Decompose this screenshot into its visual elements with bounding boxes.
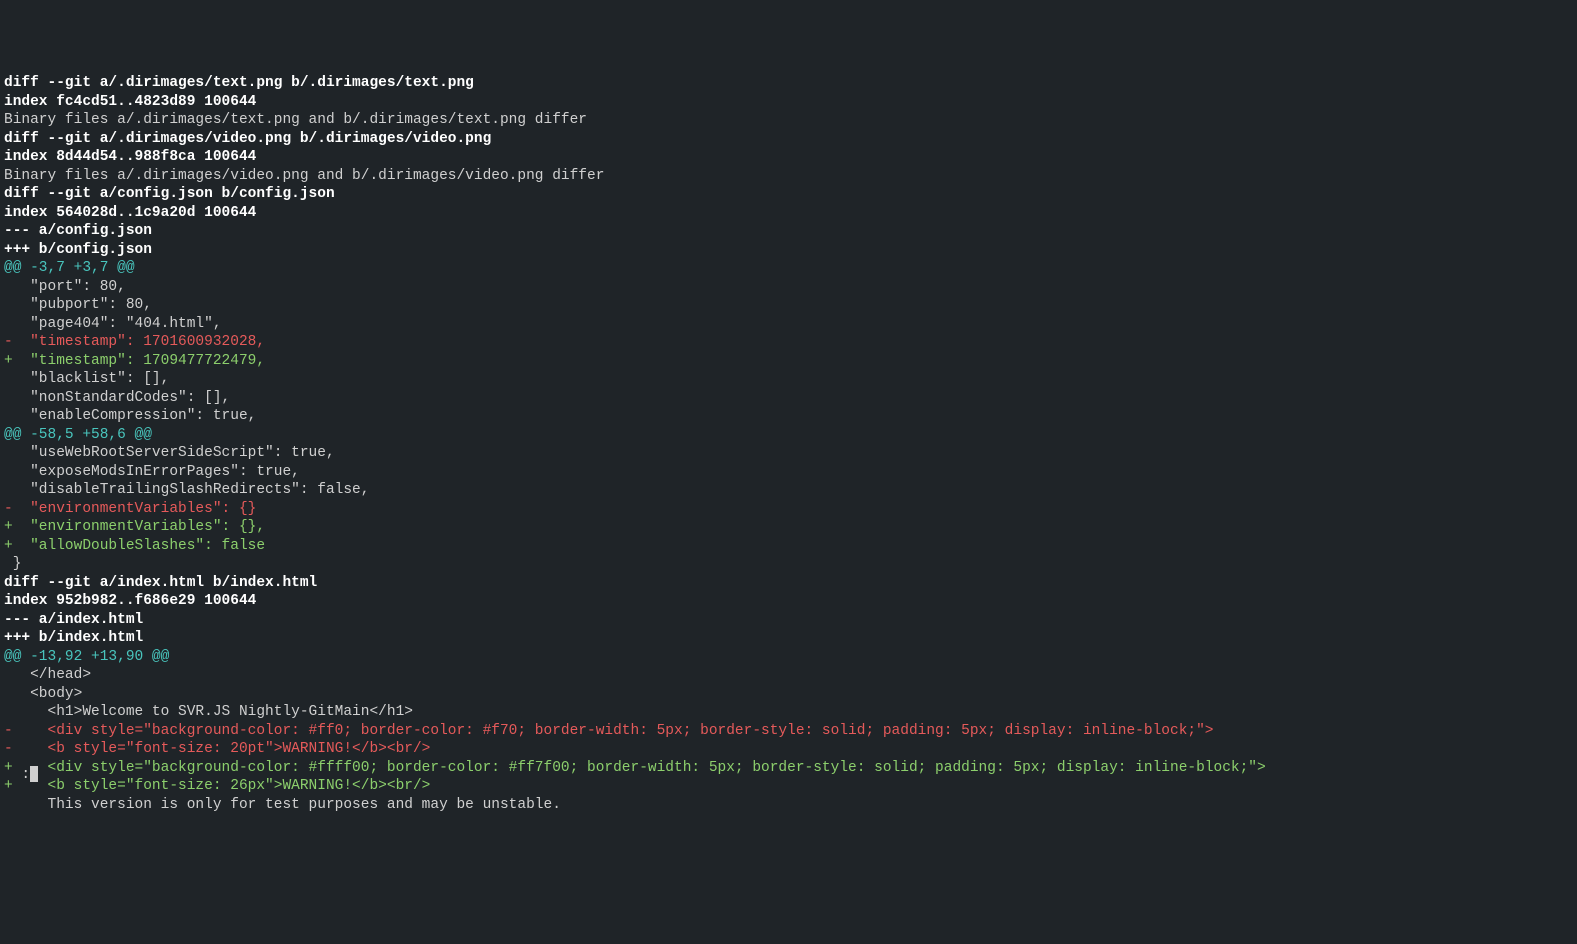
diff-line: Binary files a/.dirimages/text.png and b…	[4, 111, 1573, 130]
diff-line: "nonStandardCodes": [],	[4, 389, 1573, 408]
diff-line: +++ b/config.json	[4, 241, 1573, 260]
diff-line: @@ -58,5 +58,6 @@	[4, 426, 1573, 445]
diff-line: --- a/config.json	[4, 222, 1573, 241]
diff-line: }	[4, 555, 1573, 574]
diff-line: + "timestamp": 1709477722479,	[4, 352, 1573, 371]
diff-line: "page404": "404.html",	[4, 315, 1573, 334]
diff-line: + <b style="font-size: 26px">WARNING!</b…	[4, 777, 1573, 796]
diff-line: diff --git a/index.html b/index.html	[4, 574, 1573, 593]
prompt-text: :	[21, 767, 30, 783]
diff-line: - "timestamp": 1701600932028,	[4, 333, 1573, 352]
diff-line: + "environmentVariables": {},	[4, 518, 1573, 537]
diff-line: - "environmentVariables": {}	[4, 500, 1573, 519]
pager-prompt[interactable]: :	[4, 747, 38, 784]
diff-line: @@ -3,7 +3,7 @@	[4, 259, 1573, 278]
diff-line: index 564028d..1c9a20d 100644	[4, 204, 1573, 223]
diff-line: </head>	[4, 666, 1573, 685]
diff-line: - <b style="font-size: 20pt">WARNING!</b…	[4, 740, 1573, 759]
diff-line: +++ b/index.html	[4, 629, 1573, 648]
diff-line: "enableCompression": true,	[4, 407, 1573, 426]
diff-line: diff --git a/config.json b/config.json	[4, 185, 1573, 204]
diff-line: "pubport": 80,	[4, 296, 1573, 315]
diff-line: + "allowDoubleSlashes": false	[4, 537, 1573, 556]
diff-line: "disableTrailingSlashRedirects": false,	[4, 481, 1573, 500]
diff-line: + <div style="background-color: #ffff00;…	[4, 759, 1573, 778]
diff-line: index fc4cd51..4823d89 100644	[4, 93, 1573, 112]
diff-line: This version is only for test purposes a…	[4, 796, 1573, 815]
diff-line: "port": 80,	[4, 278, 1573, 297]
diff-line: diff --git a/.dirimages/video.png b/.dir…	[4, 130, 1573, 149]
diff-line: index 952b982..f686e29 100644	[4, 592, 1573, 611]
diff-line: diff --git a/.dirimages/text.png b/.diri…	[4, 74, 1573, 93]
diff-line: <body>	[4, 685, 1573, 704]
diff-line: "blacklist": [],	[4, 370, 1573, 389]
diff-line: "exposeModsInErrorPages": true,	[4, 463, 1573, 482]
diff-line: index 8d44d54..988f8ca 100644	[4, 148, 1573, 167]
diff-line: --- a/index.html	[4, 611, 1573, 630]
diff-output[interactable]: diff --git a/.dirimages/text.png b/.diri…	[0, 74, 1577, 814]
diff-line: @@ -13,92 +13,90 @@	[4, 648, 1573, 667]
diff-line: Binary files a/.dirimages/video.png and …	[4, 167, 1573, 186]
diff-line: <h1>Welcome to SVR.JS Nightly-GitMain</h…	[4, 703, 1573, 722]
diff-line: "useWebRootServerSideScript": true,	[4, 444, 1573, 463]
diff-line: - <div style="background-color: #ff0; bo…	[4, 722, 1573, 741]
cursor	[30, 766, 38, 782]
